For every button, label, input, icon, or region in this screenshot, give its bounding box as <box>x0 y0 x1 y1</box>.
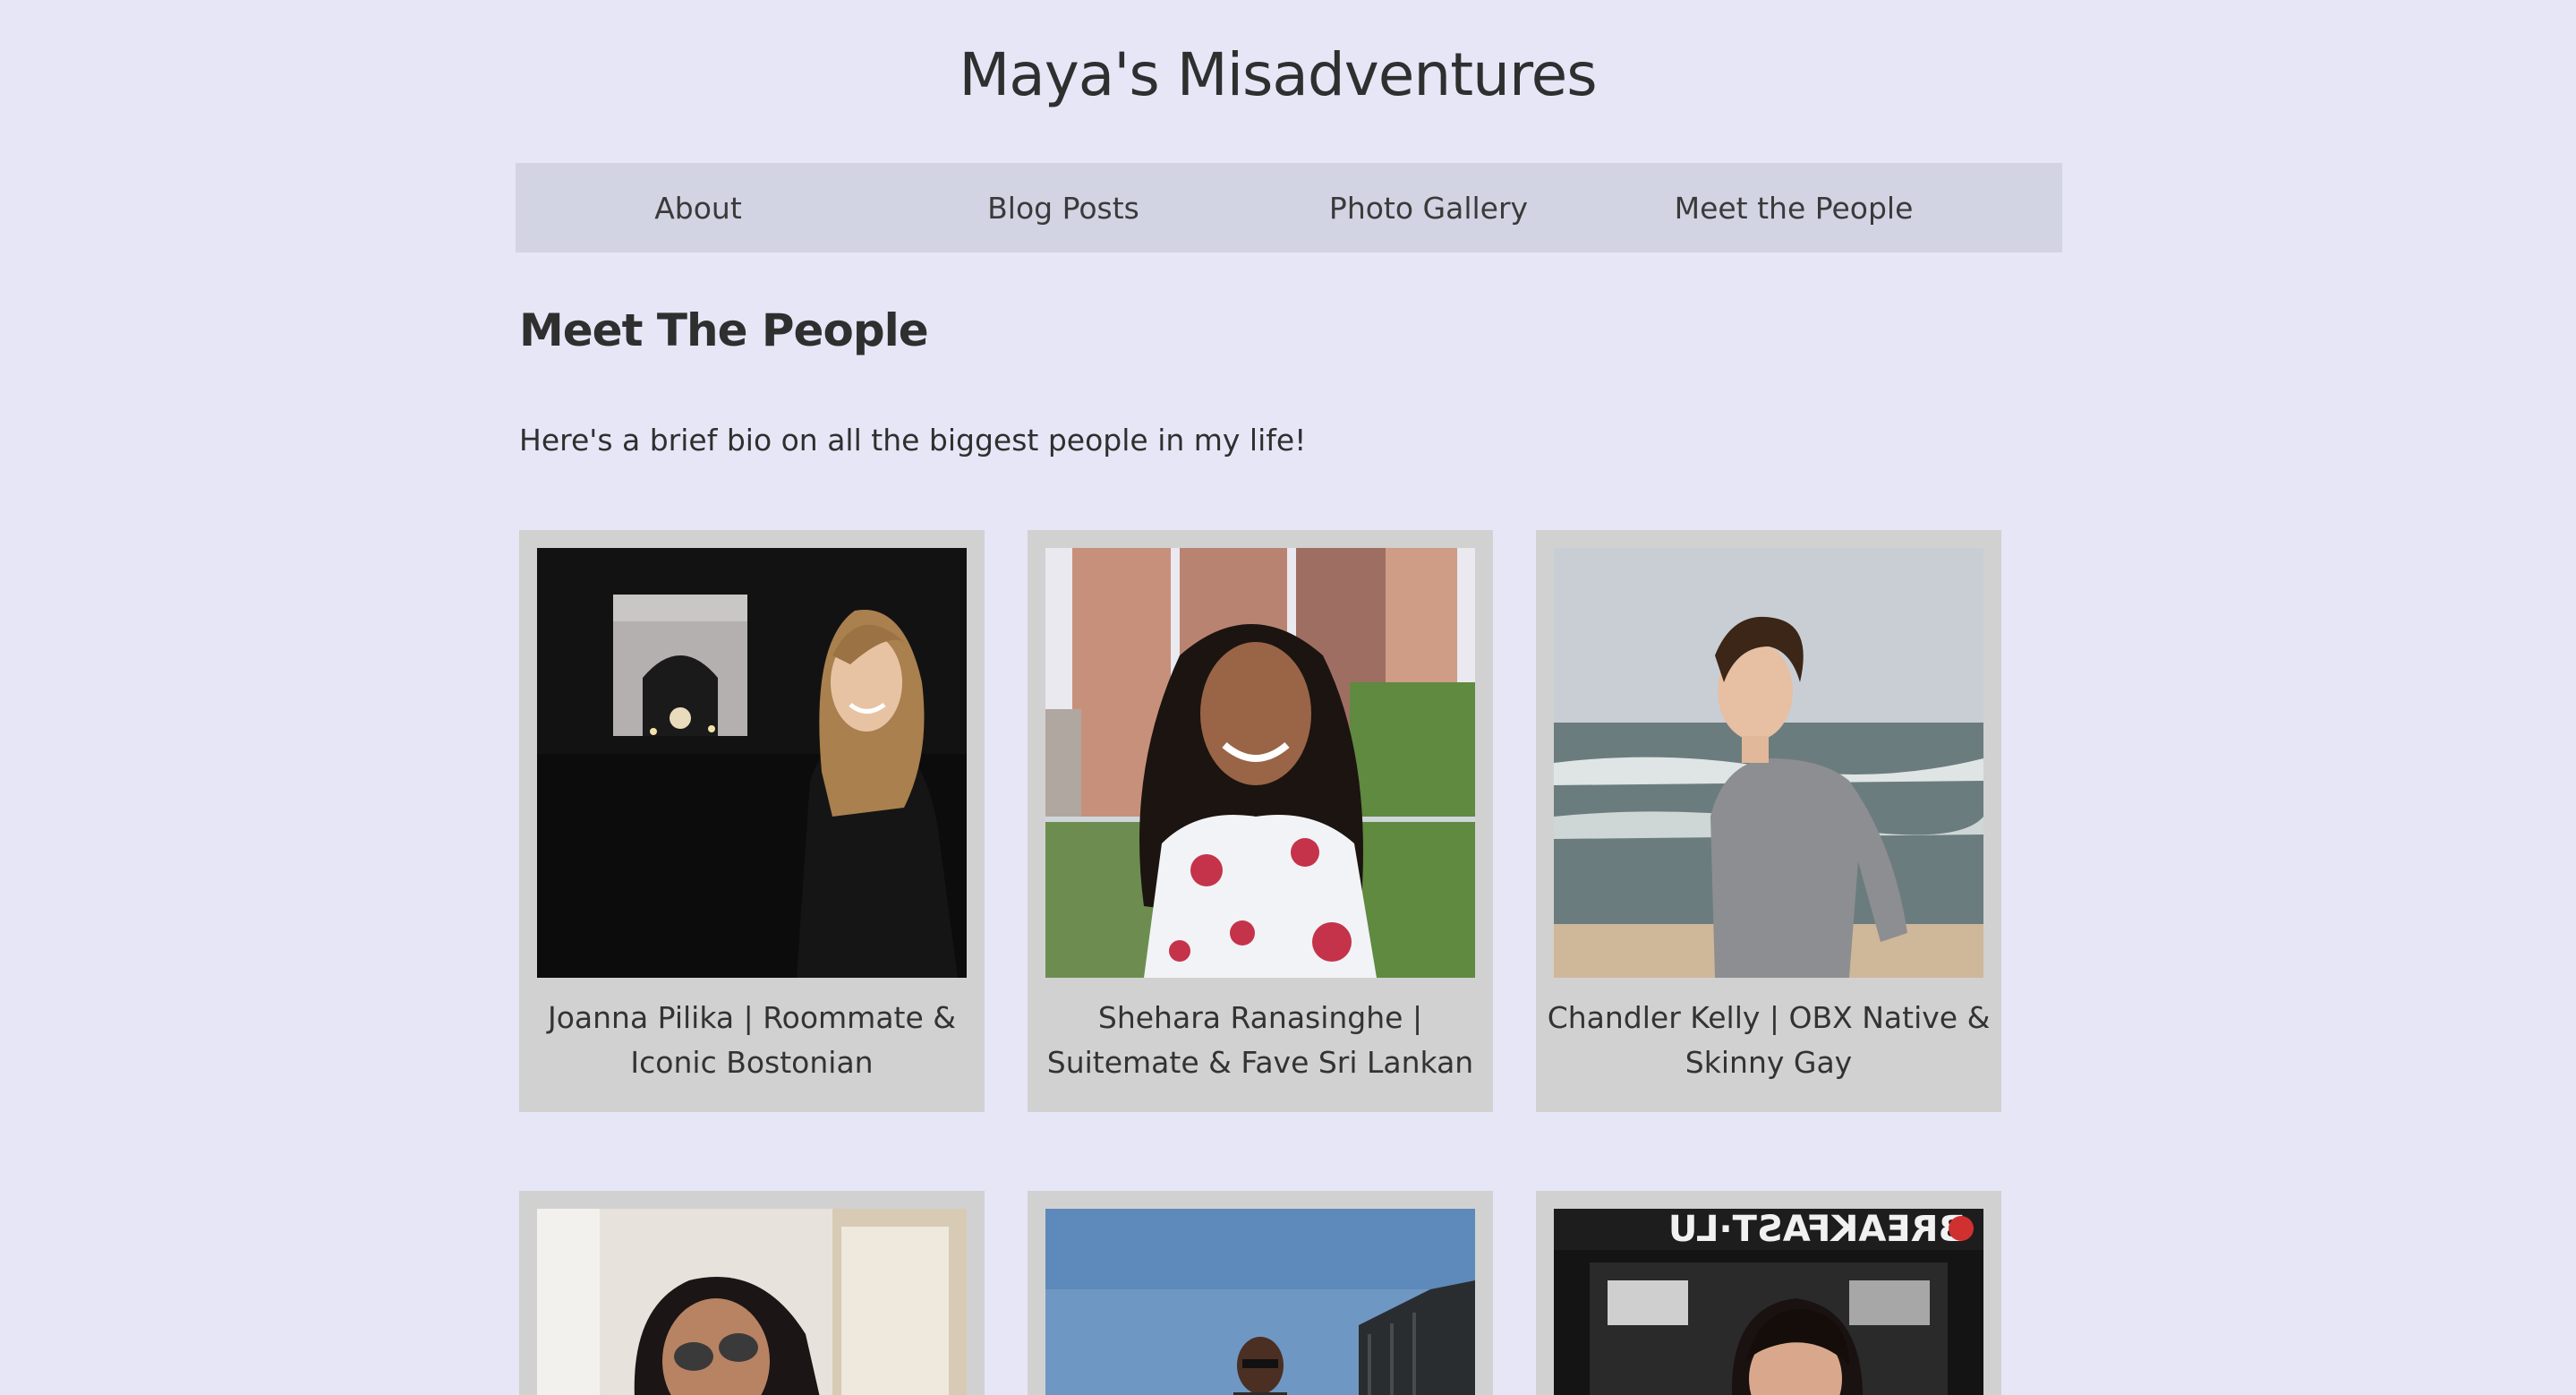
person-caption: Chandler Kelly | OBX Native & Skinny Gay <box>1547 1000 1991 1080</box>
nav-about[interactable]: About <box>516 191 881 226</box>
intro-text: Here's a brief bio on all the biggest pe… <box>519 423 1307 458</box>
page-heading: Meet The People <box>519 304 929 356</box>
person-card-shehara: Shehara Ranasinghe | Suitemate & Fave Sr… <box>1028 530 1493 1112</box>
person-photo-5 <box>1045 1209 1475 1395</box>
site-title: Maya's Misadventures <box>959 40 1597 109</box>
person-photo-joanna <box>537 548 967 978</box>
person-card-4 <box>519 1191 985 1395</box>
nav-meet-the-people[interactable]: Meet the People <box>1611 191 1976 226</box>
person-card-6: BREAKFAST·LU <box>1536 1191 2001 1395</box>
person-photo-6: BREAKFAST·LU <box>1554 1209 1983 1395</box>
person-card-joanna: Joanna Pilika | Roommate & Iconic Boston… <box>519 530 985 1112</box>
nav-photo-gallery[interactable]: Photo Gallery <box>1246 191 1611 226</box>
page: Maya's Misadventures About Blog Posts Ph… <box>0 0 2576 1395</box>
person-card-chandler: Chandler Kelly | OBX Native & Skinny Gay <box>1536 530 2001 1112</box>
nav-blog-posts[interactable]: Blog Posts <box>881 191 1246 226</box>
storefront-sign-text: BREAKFAST·LU <box>1668 1209 1966 1250</box>
person-caption: Joanna Pilika | Roommate & Iconic Boston… <box>547 1000 957 1080</box>
person-caption: Shehara Ranasinghe | Suitemate & Fave Sr… <box>1046 1000 1474 1080</box>
main-nav: About Blog Posts Photo Gallery Meet the … <box>516 163 2062 252</box>
person-photo-shehara <box>1045 548 1475 978</box>
person-photo-chandler <box>1554 548 1983 978</box>
person-card-5 <box>1028 1191 1493 1395</box>
person-photo-4 <box>537 1209 967 1395</box>
